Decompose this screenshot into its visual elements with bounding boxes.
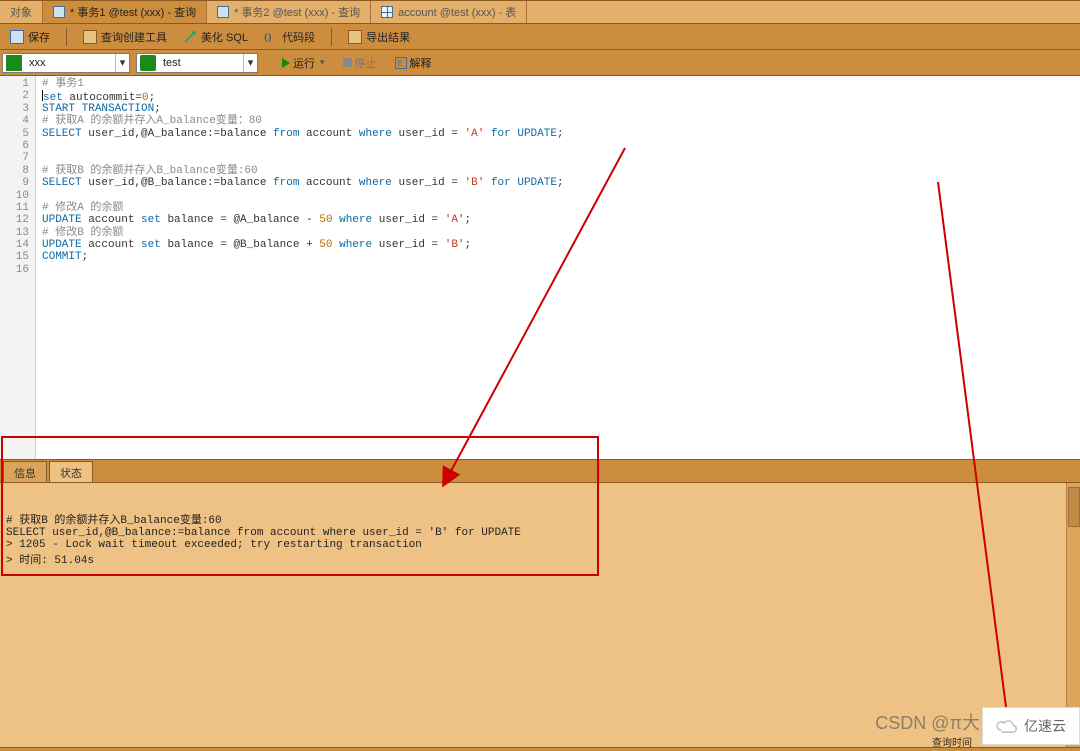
export-label: 导出结果 [366, 29, 410, 45]
code-line[interactable] [42, 140, 1074, 152]
sql-editor: 12345678910111213141516 # 事务1set autocom… [0, 76, 1080, 460]
code-line[interactable]: UPDATE account set balance = @A_balance … [42, 214, 1074, 226]
codeseg-label: 代码段 [282, 29, 315, 45]
code-segment-button[interactable]: () 代码段 [258, 27, 321, 47]
explain-label: 解释 [410, 55, 432, 71]
tab-label: account @test (xxx) - 表 [398, 4, 516, 20]
code-line[interactable]: UPDATE account set balance = @B_balance … [42, 239, 1074, 251]
code-line[interactable]: SELECT user_id,@A_balance:=balance from … [42, 128, 1074, 140]
chevron-down-icon: ▾ [243, 54, 257, 72]
database-icon [140, 55, 156, 71]
query-icon [53, 6, 65, 18]
tab-label: * 事务2 @test (xxx) - 查询 [234, 4, 360, 20]
tab-label: * 事务1 @test (xxx) - 查询 [70, 4, 196, 20]
query-builder-button[interactable]: 查询创建工具 [77, 27, 173, 47]
code-line[interactable]: set autocommit=0; [42, 90, 1074, 102]
export-button[interactable]: 导出结果 [342, 27, 416, 47]
builder-icon [83, 30, 97, 44]
output-line: > 1205 - Lock wait timeout exceeded; try… [6, 539, 1074, 551]
beautify-button[interactable]: 美化 SQL [177, 27, 254, 47]
output-body[interactable]: # 获取B 的余额并存入B_balance变量:60SELECT user_id… [0, 482, 1080, 747]
code-line[interactable]: # 修改A 的余额 [42, 202, 1074, 214]
chevron-down-icon: ▾ [115, 54, 129, 72]
separator [66, 28, 67, 46]
wand-icon [183, 30, 197, 44]
plug-icon [6, 55, 22, 71]
watermark-cloud: 亿速云 [982, 707, 1080, 745]
stop-label: 停止 [355, 55, 377, 71]
code-line[interactable]: # 获取B 的余额并存入B_balance变量:60 [42, 165, 1074, 177]
play-icon [282, 58, 290, 68]
statusbar [0, 747, 1080, 751]
output-line: > 时间: 51.04s [6, 551, 1074, 567]
save-icon [10, 30, 24, 44]
line-gutter: 12345678910111213141516 [0, 76, 36, 459]
save-label: 保存 [28, 29, 50, 45]
output-line: # 获取B 的余额并存入B_balance变量:60 [6, 511, 1074, 527]
code-line[interactable]: COMMIT; [42, 251, 1074, 263]
connection-name: xxx [25, 57, 115, 69]
separator [331, 28, 332, 46]
output-tab-info[interactable]: 信息 [3, 461, 47, 483]
builder-label: 查询创建工具 [101, 29, 167, 45]
database-name: test [159, 57, 243, 69]
output-tab-status[interactable]: 状态 [49, 461, 93, 483]
save-button[interactable]: 保存 [4, 27, 56, 47]
run-button[interactable]: 运行 ▾ [276, 53, 331, 73]
code-line[interactable] [42, 264, 1074, 276]
tab-account-table[interactable]: account @test (xxx) - 表 [371, 1, 527, 23]
cloud-icon [996, 718, 1018, 734]
table-icon [381, 6, 393, 18]
output-line: SELECT user_id,@B_balance:=balance from … [6, 527, 1074, 539]
braces-icon: () [264, 30, 278, 44]
code-line[interactable]: START TRANSACTION; [42, 103, 1074, 115]
code-line[interactable]: SELECT user_id,@B_balance:=balance from … [42, 177, 1074, 189]
tab-query2[interactable]: * 事务2 @test (xxx) - 查询 [207, 1, 371, 23]
code-line[interactable] [42, 152, 1074, 164]
tab-objects[interactable]: 对象 [0, 1, 43, 23]
watermark-csdn: CSDN @π大 [875, 709, 980, 735]
code-line[interactable] [42, 190, 1074, 202]
run-label: 运行 [293, 55, 315, 71]
output-tabs: 信息 状态 [0, 460, 1080, 482]
beautify-label: 美化 SQL [201, 29, 248, 45]
tab-query1[interactable]: * 事务1 @test (xxx) - 查询 [43, 1, 207, 23]
connection-bar: xxx ▾ test ▾ 运行 ▾ 停止 E 解释 [0, 50, 1080, 76]
explain-icon: E [395, 57, 407, 69]
scrollbar-thumb[interactable] [1068, 487, 1080, 527]
export-icon [348, 30, 362, 44]
main-toolbar: 保存 查询创建工具 美化 SQL () 代码段 导出结果 [0, 24, 1080, 50]
explain-button[interactable]: E 解释 [389, 53, 438, 73]
database-dropdown[interactable]: test ▾ [136, 53, 258, 73]
code-line[interactable]: # 修改B 的余额 [42, 227, 1074, 239]
tab-label: 对象 [10, 4, 32, 20]
stop-icon [343, 58, 352, 67]
code-line[interactable]: # 事务1 [42, 78, 1074, 90]
stop-button[interactable]: 停止 [337, 53, 383, 73]
code-line[interactable]: # 获取A 的余额并存入A_balance变量：80 [42, 115, 1074, 127]
connection-dropdown[interactable]: xxx ▾ [2, 53, 130, 73]
query-icon [217, 6, 229, 18]
document-tabs: 对象 * 事务1 @test (xxx) - 查询 * 事务2 @test (x… [0, 0, 1080, 24]
code-area[interactable]: # 事务1set autocommit=0;START TRANSACTION;… [36, 76, 1080, 459]
chevron-down-icon[interactable]: ▾ [320, 57, 325, 68]
output-pane: 信息 状态 # 获取B 的余额并存入B_balance变量:60SELECT u… [0, 460, 1080, 747]
